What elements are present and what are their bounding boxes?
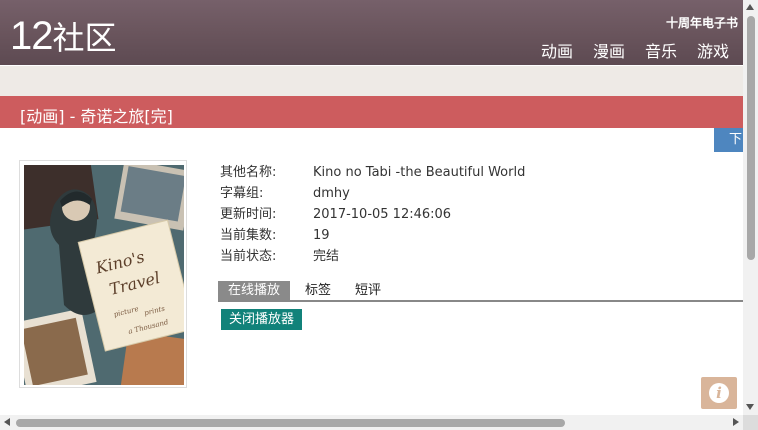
- detail-value: dmhy: [313, 186, 350, 201]
- scroll-right-arrow-icon[interactable]: [733, 418, 739, 426]
- nav-item-manga[interactable]: 漫画: [593, 38, 625, 62]
- detail-value: 完结: [313, 249, 340, 264]
- detail-label: 其他名称:: [220, 165, 277, 180]
- horizontal-scrollbar[interactable]: [0, 415, 743, 430]
- header-band: [0, 66, 743, 96]
- tab-tags[interactable]: 标签: [298, 281, 338, 300]
- detail-label: 当前集数:: [220, 228, 277, 243]
- nav-item-music[interactable]: 音乐: [645, 38, 677, 62]
- logo-number: 12: [10, 14, 53, 58]
- detail-value: 19: [313, 228, 330, 243]
- info-button[interactable]: i: [701, 377, 737, 409]
- cover-art: Kino's Travel picture prints a Thousand: [24, 165, 184, 385]
- detail-label: 字幕组:: [220, 186, 264, 201]
- detail-row-fansub: 字幕组: dmhy: [220, 185, 525, 206]
- page-title-bar: [动画] - 奇诺之旅[完]: [0, 96, 743, 128]
- detail-row-alt-name: 其他名称: Kino no Tabi -the Beautiful World: [220, 164, 525, 185]
- close-player-button[interactable]: 关闭播放器: [221, 309, 302, 330]
- detail-label: 当前状态:: [220, 249, 277, 264]
- vertical-scrollbar[interactable]: [743, 0, 758, 415]
- site-header: 12社区 十周年电子书 动画 漫画 音乐 游戏: [0, 0, 743, 65]
- detail-row-status: 当前状态: 完结: [220, 248, 525, 269]
- content-tabs: 在线播放 标签 短评: [218, 281, 743, 302]
- ebook-link[interactable]: 十周年电子书: [666, 14, 738, 31]
- logo-text: 社区: [52, 20, 117, 56]
- cover-image: Kino's Travel picture prints a Thousand: [19, 160, 187, 388]
- detail-row-episodes: 当前集数: 19: [220, 227, 525, 248]
- page-title: [动画] - 奇诺之旅[完]: [20, 107, 173, 126]
- nav-item-games[interactable]: 游戏: [697, 38, 729, 62]
- nav-item-anime[interactable]: 动画: [541, 38, 573, 62]
- tab-reviews[interactable]: 短评: [348, 281, 388, 300]
- vertical-scroll-thumb[interactable]: [747, 16, 755, 260]
- anime-details: 其他名称: Kino no Tabi -the Beautiful World 字…: [220, 164, 525, 269]
- download-tab[interactable]: 下: [714, 128, 743, 152]
- scroll-up-arrow-icon[interactable]: [746, 4, 754, 10]
- scroll-left-arrow-icon[interactable]: [4, 418, 10, 426]
- detail-row-updated: 更新时间: 2017-10-05 12:46:06: [220, 206, 525, 227]
- tab-online-play[interactable]: 在线播放: [218, 281, 290, 300]
- scrollbar-corner: [743, 415, 758, 430]
- detail-value: 2017-10-05 12:46:06: [313, 207, 452, 222]
- cover-art-graphic: Kino's Travel picture prints a Thousand: [24, 165, 184, 385]
- info-icon: i: [709, 383, 729, 403]
- horizontal-scroll-thumb[interactable]: [16, 419, 565, 427]
- detail-label: 更新时间:: [220, 207, 277, 222]
- site-logo[interactable]: 12社区: [10, 12, 117, 62]
- main-nav: 动画 漫画 音乐 游戏: [541, 38, 729, 62]
- scroll-down-arrow-icon[interactable]: [746, 404, 754, 410]
- detail-value: Kino no Tabi -the Beautiful World: [313, 165, 526, 180]
